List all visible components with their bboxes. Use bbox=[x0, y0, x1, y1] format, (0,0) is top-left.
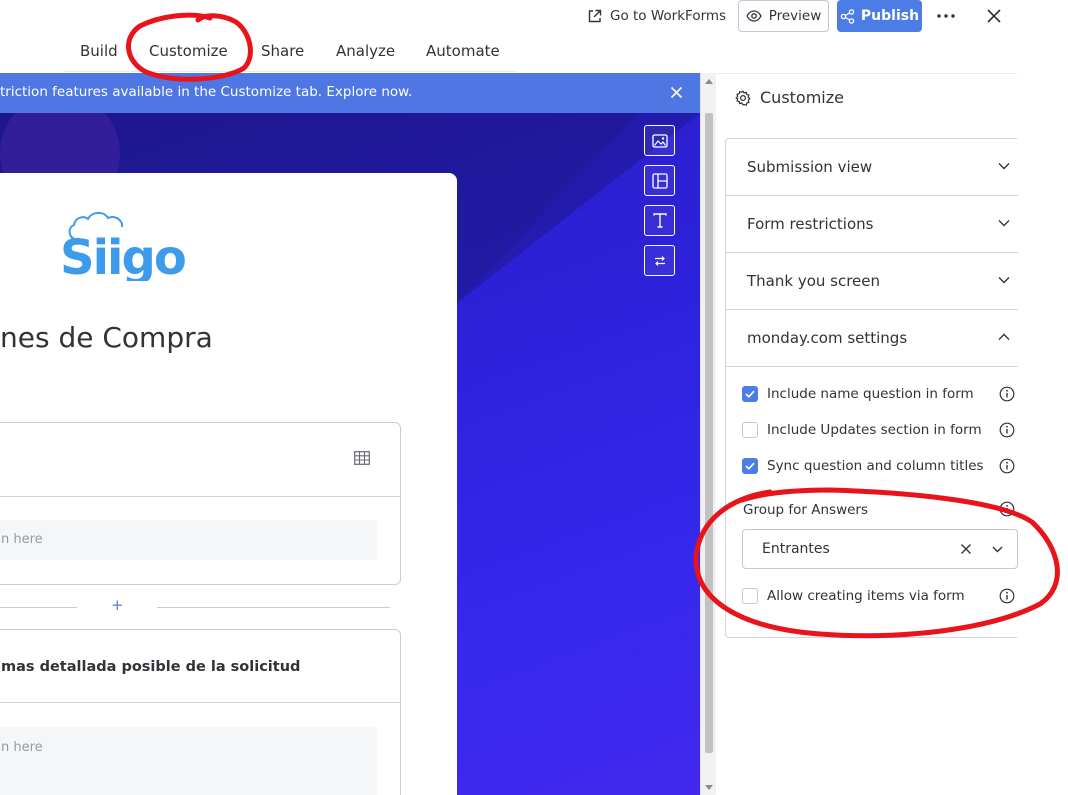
close-button[interactable] bbox=[983, 5, 1005, 27]
add-line-right bbox=[157, 607, 390, 608]
section-thank-you-screen[interactable]: Thank you screen bbox=[726, 253, 1018, 310]
share-nodes-icon bbox=[840, 8, 855, 24]
info-icon[interactable] bbox=[999, 458, 1015, 474]
scroll-down-arrow-icon[interactable] bbox=[705, 785, 713, 790]
add-question-button[interactable]: + bbox=[111, 596, 124, 614]
add-line-left bbox=[0, 607, 77, 608]
layout-icon bbox=[651, 172, 668, 189]
publish-label: Publish bbox=[860, 8, 920, 24]
go-to-workforms-link[interactable]: Go to WorkForms bbox=[587, 6, 726, 26]
add-question-row: + bbox=[0, 596, 390, 614]
preview-scrollbar[interactable] bbox=[700, 73, 716, 795]
settings-accordion: Submission view Form restrictions Thank … bbox=[725, 138, 1018, 638]
question-2-placeholder: n here bbox=[1, 740, 43, 755]
option-label: Include name question in form bbox=[767, 386, 974, 402]
form-preview-area: triction features available in the Custo… bbox=[0, 73, 700, 795]
question-divider bbox=[0, 702, 400, 703]
chevron-down-icon bbox=[998, 219, 1010, 227]
scrollbar-thumb[interactable] bbox=[705, 113, 713, 753]
top-bar: Build Customize Share Analyze Automate G… bbox=[0, 0, 1068, 73]
info-icon[interactable] bbox=[999, 501, 1015, 517]
ellipsis-icon bbox=[937, 14, 955, 18]
tab-build[interactable]: Build bbox=[80, 42, 118, 60]
question-2-input[interactable]: n here bbox=[0, 727, 377, 795]
gear-icon bbox=[735, 89, 751, 106]
preview-label: Preview bbox=[768, 8, 822, 24]
option-allow-creating-items[interactable]: Allow creating items via form bbox=[742, 587, 965, 605]
logo-text: Siigo bbox=[60, 230, 185, 281]
close-icon bbox=[987, 9, 1001, 23]
question-1-placeholder: n here bbox=[1, 532, 43, 547]
chevron-down-icon bbox=[998, 162, 1010, 170]
question-card-2[interactable]: mas detallada posible de la solicitud n … bbox=[0, 629, 401, 795]
checkbox-include-name[interactable] bbox=[742, 386, 758, 402]
option-label: Include Updates section in form bbox=[767, 422, 982, 438]
section-label: Submission view bbox=[747, 158, 873, 176]
preview-button[interactable]: Preview bbox=[738, 0, 829, 32]
chevron-down-icon bbox=[998, 276, 1010, 284]
layout-button[interactable] bbox=[644, 165, 675, 196]
swap-arrows-icon bbox=[653, 255, 667, 267]
group-for-answers-label: Group for Answers bbox=[743, 502, 869, 518]
info-icon[interactable] bbox=[999, 588, 1015, 604]
design-toolbar bbox=[644, 125, 675, 285]
checkbox-allow-creating-items[interactable] bbox=[742, 588, 758, 604]
section-label: monday.com settings bbox=[747, 329, 908, 347]
question-divider bbox=[0, 496, 400, 497]
option-label: Allow creating items via form bbox=[767, 588, 965, 604]
form-title: nes de Compra bbox=[0, 321, 213, 354]
checkbox-include-updates[interactable] bbox=[742, 422, 758, 438]
option-sync-titles[interactable]: Sync question and column titles bbox=[742, 457, 984, 475]
tab-customize[interactable]: Customize bbox=[149, 42, 228, 60]
option-include-updates[interactable]: Include Updates section in form bbox=[742, 421, 982, 439]
tab-share[interactable]: Share bbox=[261, 42, 304, 60]
chevron-down-icon[interactable] bbox=[992, 546, 1003, 553]
info-banner: triction features available in the Custo… bbox=[0, 73, 700, 113]
checkbox-sync-titles[interactable] bbox=[742, 458, 758, 474]
question-2-title: mas detallada posible de la solicitud bbox=[1, 659, 301, 675]
siigo-logo: Siigo bbox=[55, 201, 185, 281]
info-icon[interactable] bbox=[999, 386, 1015, 402]
section-label: Thank you screen bbox=[747, 272, 881, 290]
table-grid-icon[interactable] bbox=[354, 451, 370, 465]
external-link-icon bbox=[587, 9, 602, 24]
more-options-button[interactable] bbox=[934, 5, 958, 27]
image-icon bbox=[651, 133, 668, 148]
group-select[interactable]: Entrantes bbox=[742, 529, 1018, 569]
question-card-1[interactable]: n here bbox=[0, 422, 401, 585]
section-monday-settings[interactable]: monday.com settings bbox=[726, 310, 1018, 367]
eye-icon bbox=[745, 10, 762, 22]
background-image-button[interactable] bbox=[644, 125, 675, 156]
section-form-restrictions[interactable]: Form restrictions bbox=[726, 196, 1018, 253]
customize-panel: Customize Submission view Form restricti… bbox=[717, 73, 1018, 795]
banner-close-icon[interactable] bbox=[670, 86, 684, 100]
panel-title: Customize bbox=[760, 88, 844, 107]
section-submission-view[interactable]: Submission view bbox=[726, 139, 1018, 196]
font-style-button[interactable] bbox=[644, 205, 675, 236]
option-include-name[interactable]: Include name question in form bbox=[742, 385, 974, 403]
form-card: Siigo nes de Compra n here + mas detalla… bbox=[0, 173, 457, 795]
tab-bar: Build Customize Share Analyze Automate bbox=[63, 32, 515, 72]
banner-text: triction features available in the Custo… bbox=[0, 84, 413, 100]
clear-icon[interactable] bbox=[960, 543, 972, 555]
text-icon bbox=[652, 213, 667, 228]
group-select-value: Entrantes bbox=[762, 541, 830, 557]
tab-analyze[interactable]: Analyze bbox=[336, 42, 395, 60]
scroll-up-arrow-icon[interactable] bbox=[705, 79, 713, 84]
panel-header: Customize bbox=[735, 88, 844, 107]
info-icon[interactable] bbox=[999, 422, 1015, 438]
alignment-button[interactable] bbox=[644, 245, 675, 276]
section-label: Form restrictions bbox=[747, 215, 874, 233]
tab-automate[interactable]: Automate bbox=[426, 42, 500, 60]
chevron-up-icon bbox=[998, 333, 1010, 341]
option-label: Sync question and column titles bbox=[767, 458, 984, 474]
publish-button[interactable]: Publish bbox=[837, 0, 922, 32]
go-to-workforms-label: Go to WorkForms bbox=[610, 8, 727, 24]
question-1-input[interactable]: n here bbox=[0, 520, 377, 560]
